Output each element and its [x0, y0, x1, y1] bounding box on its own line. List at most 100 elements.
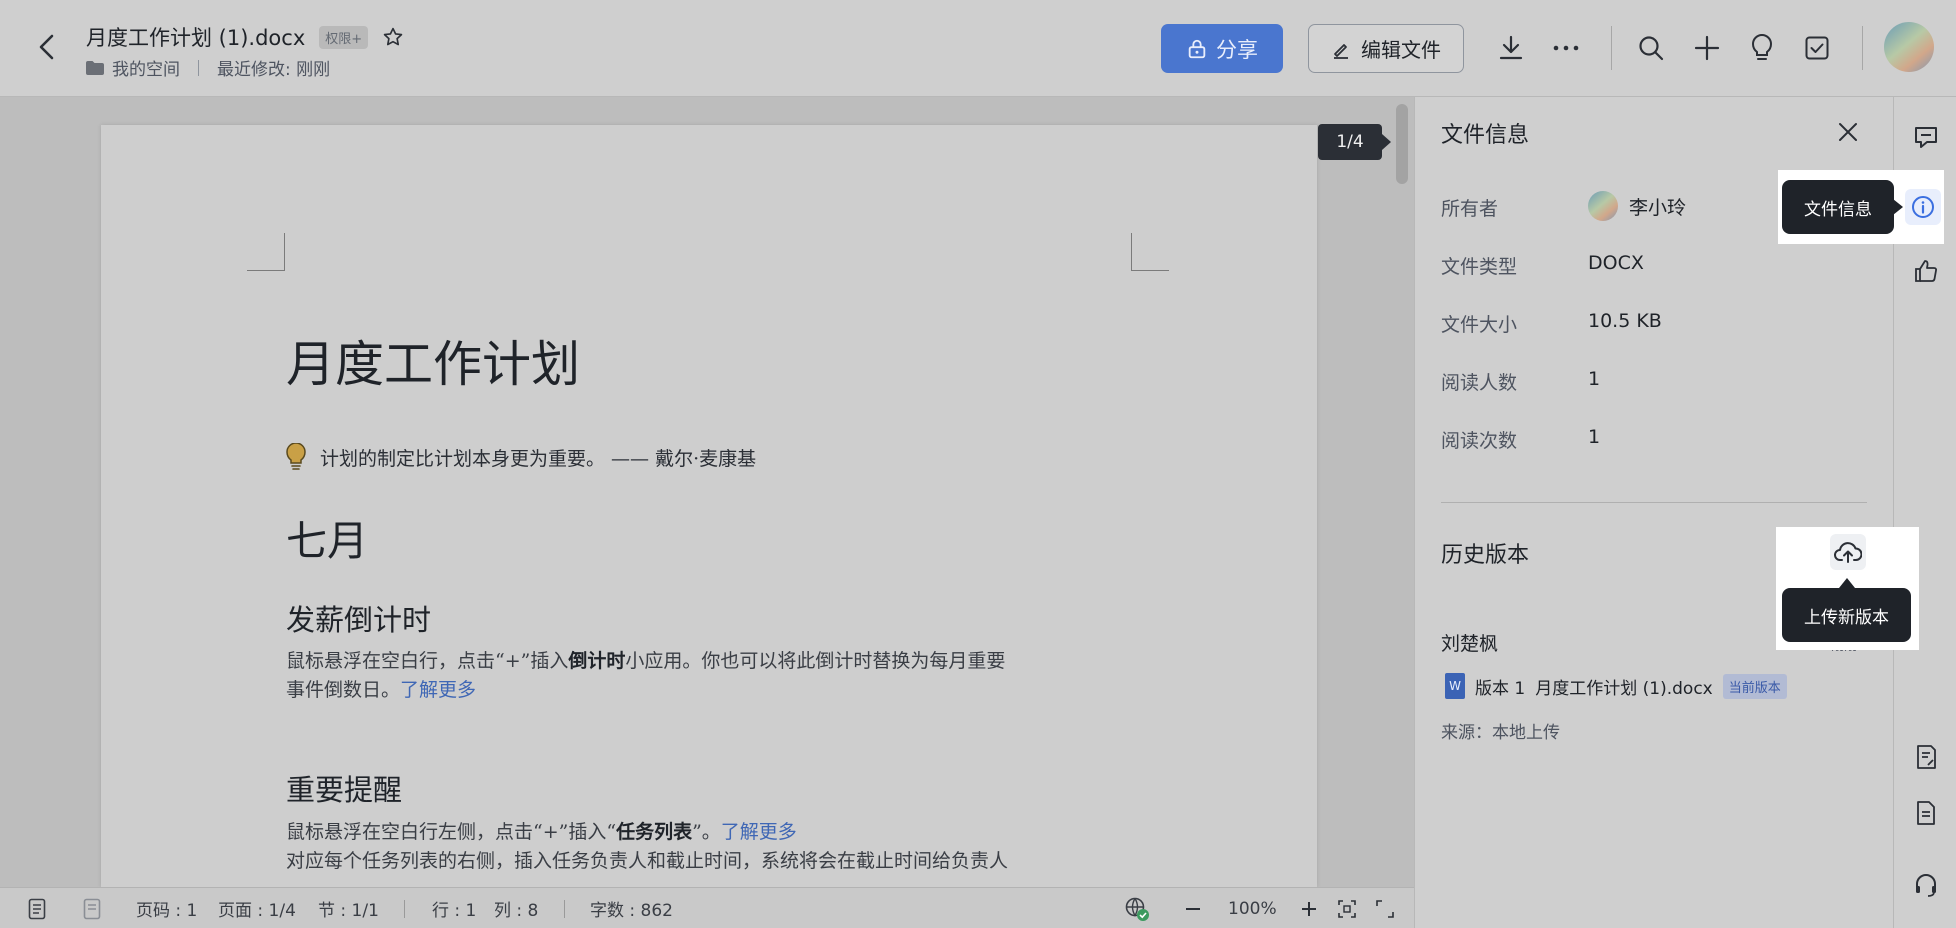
- doc-outline-button[interactable]: [1910, 741, 1942, 773]
- close-icon: [1839, 123, 1857, 141]
- zoom-out-button[interactable]: [1184, 888, 1202, 928]
- plus-icon: [1302, 901, 1316, 916]
- more-dots-icon: [1553, 45, 1579, 51]
- page-corner-mark: [1131, 233, 1169, 271]
- thumbs-up-icon: [1915, 260, 1937, 282]
- outline-toggle[interactable]: [28, 888, 46, 928]
- pencil-icon: [1334, 43, 1348, 59]
- download-button[interactable]: [1494, 30, 1528, 66]
- tips-button[interactable]: [1745, 30, 1779, 66]
- checkbox-icon: [1805, 36, 1829, 60]
- lightbulb-icon: [1751, 34, 1773, 60]
- outline-icon: [28, 898, 46, 919]
- learn-more-link[interactable]: 了解更多: [400, 679, 476, 701]
- header-divider: [1611, 26, 1612, 70]
- learn-more-link[interactable]: 了解更多: [721, 821, 797, 843]
- tooltip-arrow-icon: [1839, 578, 1855, 588]
- fit-page-button[interactable]: [1338, 888, 1356, 928]
- para-text: 事件倒数日。: [286, 679, 401, 701]
- location-link[interactable]: 我的空间: [112, 55, 180, 80]
- task-button[interactable]: [1800, 30, 1834, 66]
- page-indicator: 1/4: [1318, 124, 1391, 160]
- section-paragraph-reminder: 鼠标悬浮在空白行左侧，点击“+”插入“任务列表”。了解更多 对应每个任务列表的右…: [286, 818, 1166, 876]
- quote-callout: 计划的制定比计划本身更为重要。 —— 戴尔·麦康基: [286, 443, 756, 471]
- read-count-value: 1: [1588, 426, 1601, 448]
- comments-button[interactable]: [1910, 121, 1942, 153]
- para-text: ”。: [692, 821, 721, 843]
- share-label: 分享: [1216, 37, 1258, 62]
- download-icon: [1499, 35, 1523, 60]
- file-type-value: DOCX: [1588, 252, 1644, 274]
- status-separator: [564, 900, 565, 918]
- minus-icon: [1186, 907, 1200, 910]
- version-row[interactable]: W 版本 1 月度工作计划 (1).docx 当前版本: [1445, 673, 1787, 699]
- section-paragraph-payday: 鼠标悬浮在空白行，点击“+”插入倒计时小应用。你也可以将此倒计时替换为每月重要 …: [286, 647, 1166, 705]
- version-source: 来源：本地上传: [1441, 723, 1560, 743]
- search-icon: [1639, 36, 1664, 61]
- section-heading-payday: 发薪倒计时: [286, 603, 432, 637]
- doc-details-button[interactable]: [1910, 797, 1942, 829]
- add-button[interactable]: [1690, 30, 1724, 66]
- para-text: 小应用。你也可以将此倒计时替换为每月重要: [625, 650, 1006, 672]
- doc-meta: 我的空间 最近修改: 刚刚: [86, 55, 330, 80]
- top-header: 月度工作计划 (1).docx 权限+ 我的空间 最近修改: 刚刚 分享 编辑文…: [0, 0, 1956, 97]
- chevron-left-icon: [39, 34, 54, 60]
- word-file-icon: W: [1445, 673, 1465, 699]
- lightbulb-icon: [286, 443, 306, 470]
- folder-icon: [86, 60, 104, 75]
- upload-new-version-button[interactable]: [1830, 534, 1866, 570]
- quote-text: 计划的制定比计划本身更为重要。 —— 戴尔·麦康基: [320, 447, 757, 470]
- document-edit-icon: [1917, 745, 1936, 769]
- current-version-badge: 当前版本: [1722, 673, 1787, 699]
- panel-title: 文件信息: [1441, 123, 1530, 148]
- share-button[interactable]: 分享: [1161, 24, 1283, 73]
- document-page[interactable]: 月度工作计划 计划的制定比计划本身更为重要。 —— 戴尔·麦康基 七月 发薪倒计…: [101, 125, 1317, 887]
- plus-icon: [1694, 35, 1720, 61]
- section-heading-reminder: 重要提醒: [286, 773, 403, 807]
- column-indicator: 列 : 8: [494, 901, 539, 921]
- support-button[interactable]: [1910, 869, 1942, 901]
- file-type-label: 文件类型: [1441, 256, 1518, 278]
- month-heading: 七月: [286, 517, 368, 565]
- para-text: 对应每个任务列表的右侧，插入任务负责人和截止时间，系统将会在截止时间给负责人: [286, 850, 1009, 872]
- edit-file-button[interactable]: 编辑文件: [1308, 24, 1464, 73]
- user-avatar[interactable]: [1884, 22, 1934, 72]
- like-button[interactable]: [1910, 255, 1942, 287]
- read-count-label: 阅读次数: [1441, 430, 1518, 452]
- page-count: 页面 : 1/4: [218, 901, 296, 921]
- more-button[interactable]: [1549, 30, 1583, 66]
- lock-icon: [1188, 39, 1206, 58]
- zoom-level[interactable]: 100%: [1228, 888, 1277, 928]
- header-divider-2: [1862, 26, 1863, 70]
- language-check[interactable]: [1124, 888, 1150, 928]
- para-text: 鼠标悬浮在空白行，点击“+”插入: [286, 650, 569, 672]
- file-size-value: 10.5 KB: [1588, 310, 1662, 332]
- edit-label: 编辑文件: [1361, 38, 1441, 62]
- word-count: 字数 : 862: [590, 901, 673, 921]
- page-view-toggle[interactable]: [83, 888, 101, 928]
- star-icon[interactable]: [382, 26, 404, 48]
- comment-icon: [1915, 127, 1937, 148]
- permission-badge[interactable]: 权限+: [319, 25, 369, 49]
- owner-value[interactable]: 李小玲: [1629, 193, 1686, 220]
- para-bold: 任务列表: [616, 821, 693, 843]
- headset-icon: [1916, 874, 1936, 897]
- globe-check-icon: [1125, 897, 1149, 921]
- file-size-label: 文件大小: [1441, 314, 1518, 336]
- document-scrollbar[interactable]: [1396, 104, 1408, 184]
- section-count: 节 : 1/1: [318, 901, 379, 921]
- page-view-icon: [83, 898, 101, 919]
- file-info-button[interactable]: [1905, 189, 1941, 225]
- status-bar: 页码 : 1 页面 : 1/4 节 : 1/1 行 : 1 列 : 8 字数 :…: [0, 887, 1414, 928]
- panel-close-button[interactable]: [1833, 117, 1863, 147]
- readers-label: 阅读人数: [1441, 372, 1518, 394]
- fullscreen-button[interactable]: [1376, 888, 1394, 928]
- search-button[interactable]: [1634, 30, 1668, 66]
- document-area: 月度工作计划 计划的制定比计划本身更为重要。 —— 戴尔·麦康基 七月 发薪倒计…: [0, 97, 1414, 887]
- readers-value: 1: [1588, 368, 1601, 390]
- back-button[interactable]: [30, 30, 64, 64]
- zoom-in-button[interactable]: [1300, 888, 1318, 928]
- cloud-upload-icon: [1834, 542, 1862, 563]
- upload-tooltip: 上传新版本: [1782, 588, 1911, 642]
- version-label: 版本 1: [1475, 678, 1526, 699]
